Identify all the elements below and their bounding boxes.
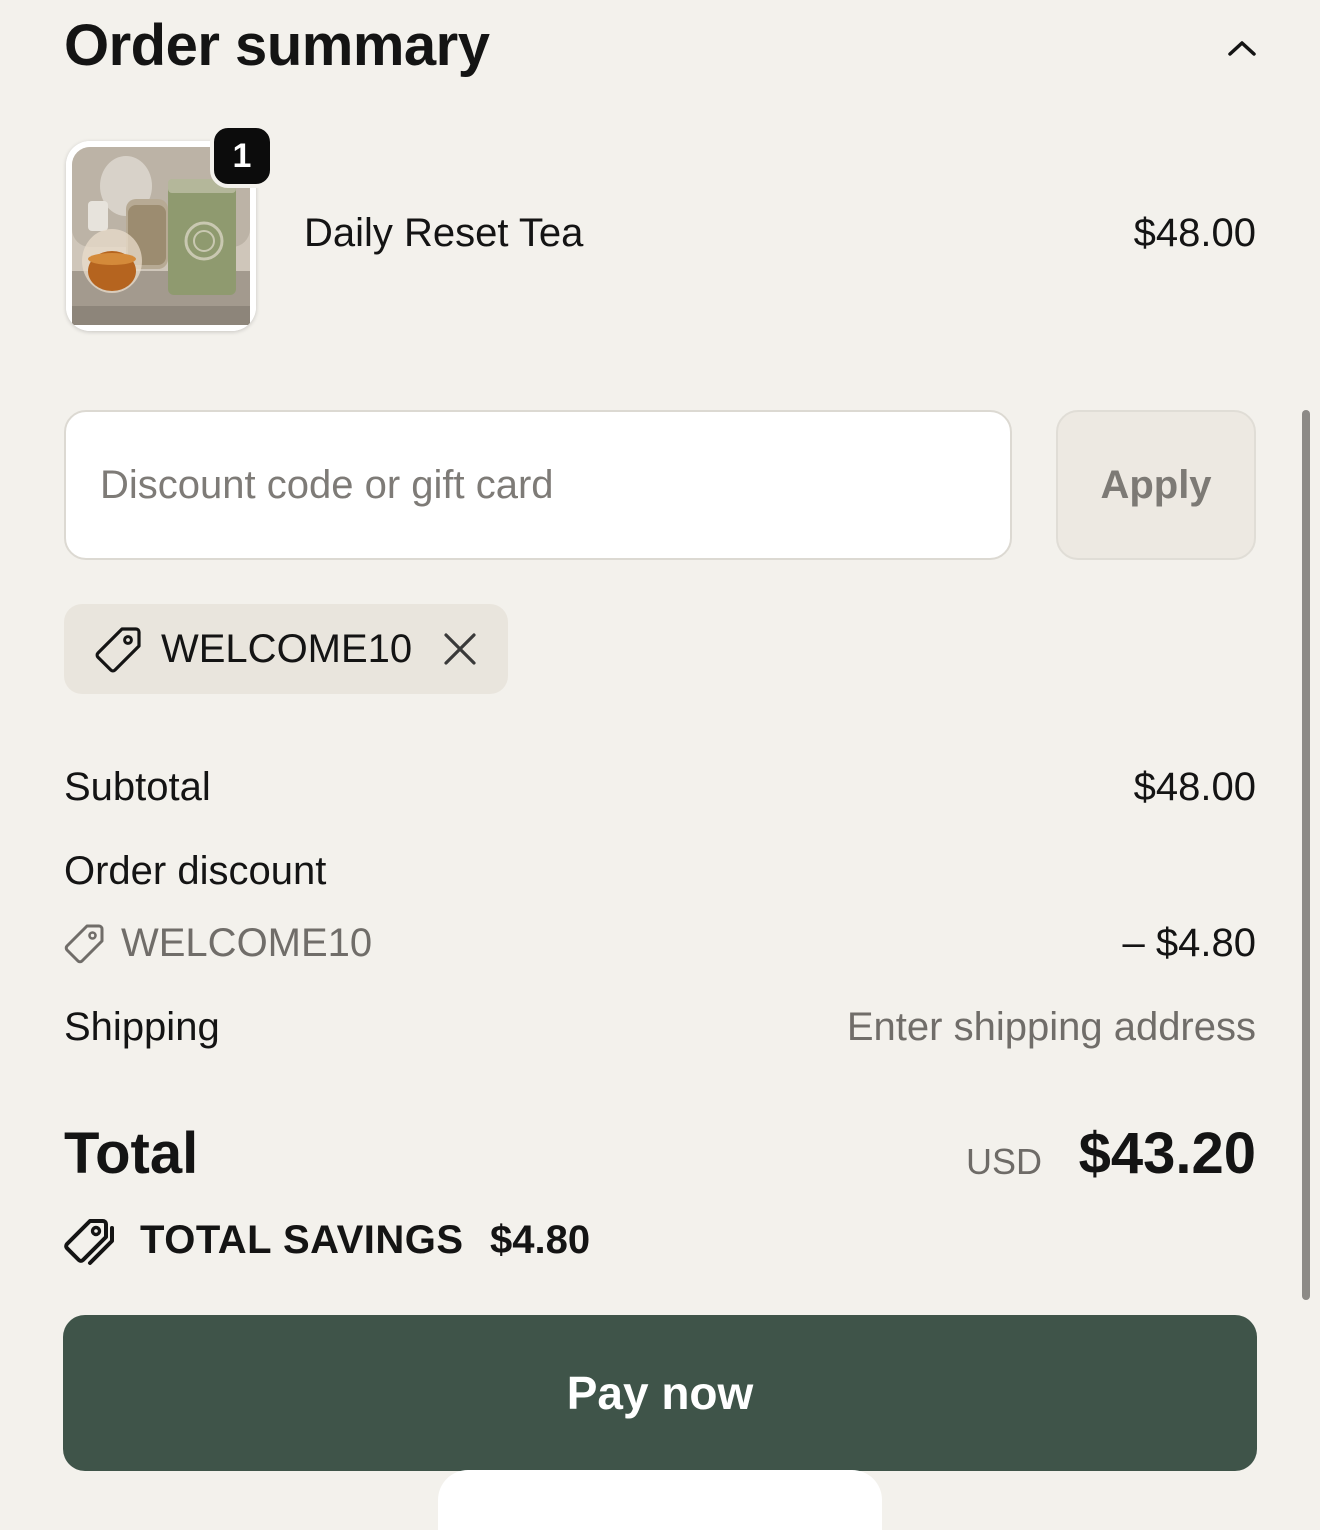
apply-button[interactable]: Apply (1056, 410, 1256, 560)
chevron-up-icon (1228, 41, 1256, 56)
product-price: $48.00 (1133, 211, 1256, 255)
applied-discount-chip: WELCOME10 (64, 604, 508, 694)
order-discount-value: – $4.80 (1122, 921, 1256, 965)
quantity-badge: 1 (210, 124, 274, 188)
remove-discount-button[interactable] (436, 625, 484, 673)
bottom-sheet-handle (438, 1470, 882, 1530)
shipping-label: Shipping (64, 1005, 220, 1049)
subtotal-label: Subtotal (64, 765, 211, 809)
collapse-summary-button[interactable] (1220, 28, 1264, 68)
currency-code: USD (966, 1141, 1043, 1182)
order-discount-label: Order discount (64, 849, 327, 893)
total-savings-amount: $4.80 (490, 1218, 591, 1262)
page-title: Order summary (64, 13, 490, 78)
savings-tags-icon (64, 1219, 114, 1265)
total-savings-label: TOTAL SAVINGS (140, 1218, 464, 1262)
total-amount: $43.20 (1078, 1121, 1256, 1186)
order-discount-code: WELCOME10 (121, 921, 373, 965)
tag-icon (95, 627, 141, 673)
close-icon (444, 633, 476, 665)
applied-code-label: WELCOME10 (161, 627, 413, 671)
product-name: Daily Reset Tea (304, 211, 584, 255)
scrollbar-thumb[interactable] (1302, 410, 1310, 1300)
total-label: Total (64, 1121, 199, 1186)
discount-code-input[interactable] (64, 410, 1012, 560)
discount-tag-icon (64, 924, 104, 964)
subtotal-value: $48.00 (1133, 765, 1256, 809)
pay-now-button[interactable]: Pay now (63, 1315, 1257, 1471)
shipping-value: Enter shipping address (846, 1005, 1256, 1049)
